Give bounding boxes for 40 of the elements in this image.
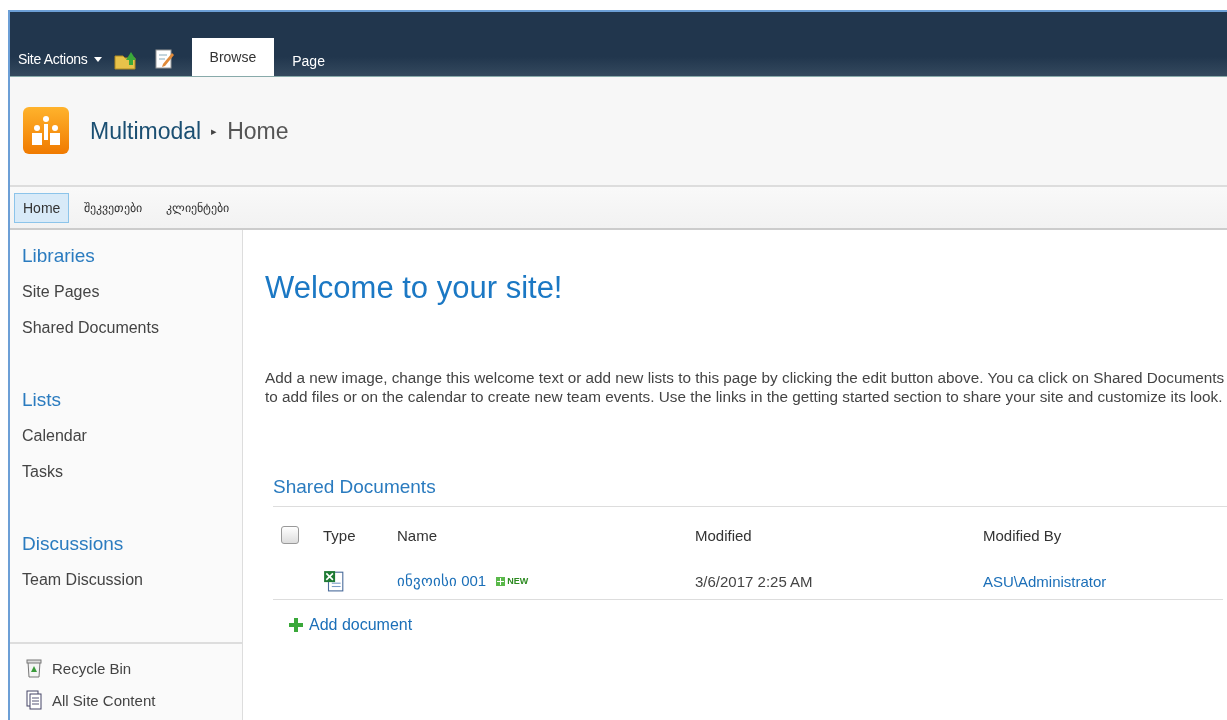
add-document-link[interactable]: Add document bbox=[289, 616, 1227, 634]
site-title[interactable]: Multimodal bbox=[90, 117, 202, 145]
select-all-checkbox[interactable] bbox=[281, 526, 299, 544]
link-label: Recycle Bin bbox=[52, 659, 132, 677]
column-header[interactable]: Modified bbox=[695, 507, 983, 563]
plus-icon bbox=[289, 618, 303, 632]
spreadsheet-icon bbox=[323, 569, 345, 593]
quick-launch-link[interactable]: Tasks bbox=[22, 462, 230, 482]
library-title[interactable]: Shared Documents bbox=[273, 476, 1227, 498]
quick-launch-link[interactable]: Site Pages bbox=[22, 282, 230, 302]
nav-link[interactable]: შეკვეთები bbox=[75, 193, 152, 222]
document-link[interactable]: ინვოისი 001 bbox=[397, 572, 487, 590]
document-icon bbox=[24, 690, 44, 710]
quick-launch-heading[interactable]: Discussions bbox=[22, 534, 230, 554]
welcome-text: Add a new image, change this welcome text or add new lists to this page by clicking the edit button above. You ca click on Shared Documents to add files or on the calendar to create new team events. Use the links in the getting started section to share your site and customize its look. bbox=[265, 368, 1226, 406]
link-label: All Site Content bbox=[52, 691, 156, 709]
quick-launch-link[interactable]: Shared Documents bbox=[22, 318, 230, 338]
quick-launch-link[interactable]: Calendar bbox=[22, 426, 230, 446]
column-header[interactable]: Modified By bbox=[983, 507, 1223, 563]
caret-icon bbox=[93, 56, 102, 62]
quick-launch-heading[interactable]: Lists bbox=[22, 390, 230, 410]
table-cell: 3/6/2017 2:25 AM bbox=[695, 572, 813, 590]
ribbon-tab[interactable]: Page bbox=[274, 46, 343, 76]
nav-link[interactable]: კლიენტები bbox=[157, 193, 239, 222]
quick-launch-link[interactable]: Team Discussion bbox=[22, 570, 230, 590]
quick-launch-link[interactable]: Recycle Bin bbox=[24, 658, 228, 678]
breadcrumb-separator: ▸ bbox=[211, 124, 218, 138]
welcome-heading: Welcome to your site! bbox=[265, 270, 564, 306]
site-actions-menu[interactable]: Site Actions bbox=[14, 42, 106, 76]
column-header[interactable]: Type bbox=[323, 507, 397, 563]
site-logo bbox=[22, 106, 70, 156]
recycle-bin-icon bbox=[24, 658, 44, 678]
quick-launch-link[interactable]: All Site Content bbox=[24, 690, 228, 710]
quick-launch-heading[interactable]: Libraries bbox=[22, 246, 230, 266]
column-header[interactable]: Name bbox=[397, 507, 695, 563]
nav-link[interactable]: Home bbox=[14, 192, 70, 223]
new-badge: NEW bbox=[496, 576, 529, 586]
ribbon-tab[interactable]: Browse bbox=[191, 38, 275, 76]
user-link[interactable]: ASU\Administrator bbox=[983, 572, 1107, 590]
page-title: Home bbox=[227, 117, 289, 145]
